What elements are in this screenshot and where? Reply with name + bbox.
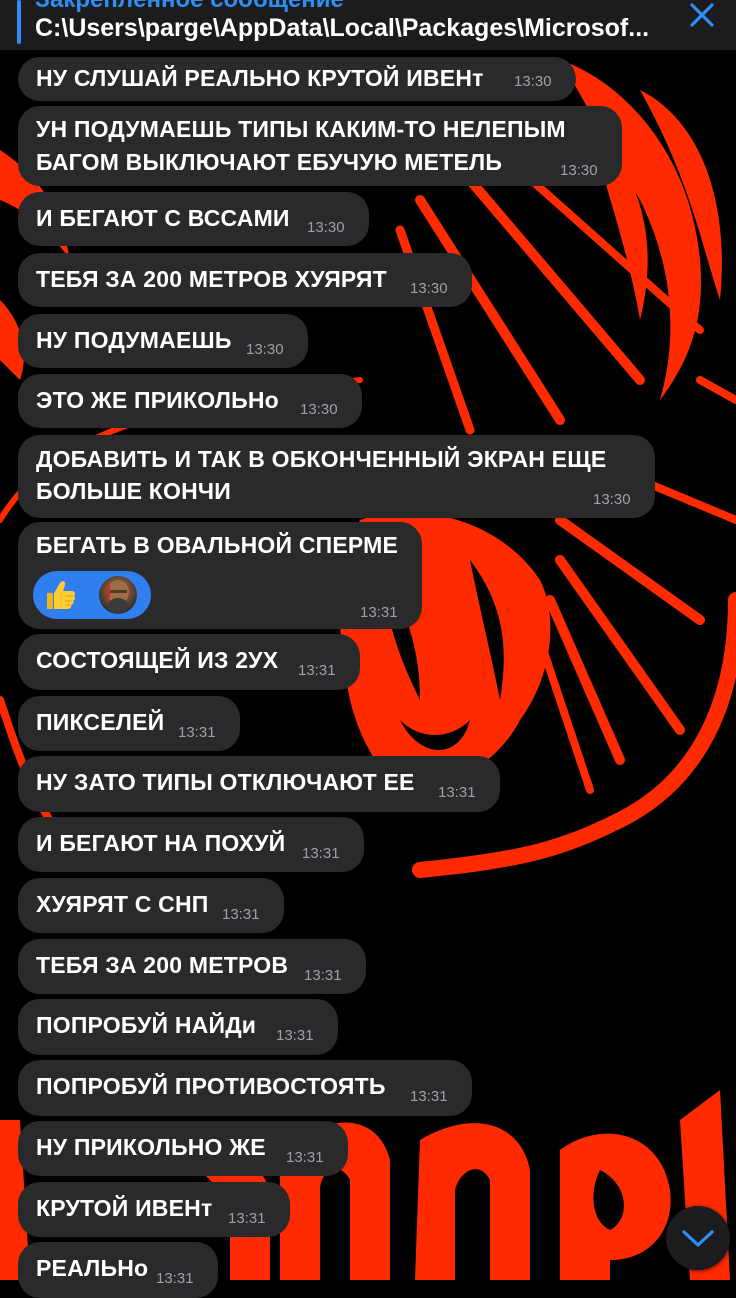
- scroll-to-bottom-button[interactable]: [666, 1206, 730, 1270]
- message-text: ХУЯРЯТ С СНП: [36, 891, 209, 917]
- message-text: И БЕГАЮТ С ВССАМИ: [36, 205, 290, 231]
- message-list[interactable]: НУ СЛУШАЙ РЕАЛЬНО КРУТОЙ ИВЕНт 13:30 УН …: [0, 0, 736, 1298]
- message-text: СОСТОЯЩЕЙ ИЗ 2УХ: [36, 647, 279, 673]
- message-time: 13:30: [410, 280, 448, 297]
- message-time: 13:31: [302, 845, 340, 862]
- message-bubble[interactable]: ТЕБЯ ЗА 200 МЕТРОВ ХУЯРЯТ 13:30: [18, 253, 472, 307]
- message-text: ПОПРОБУЙ НАЙДи: [36, 1012, 257, 1038]
- message-bubble[interactable]: СОСТОЯЩЕЙ ИЗ 2УХ 13:31: [18, 634, 360, 690]
- message-bubble[interactable]: ТЕБЯ ЗА 200 МЕТРОВ 13:31: [18, 939, 366, 994]
- message-text: НУ ПРИКОЛЬНО ЖЕ: [36, 1134, 266, 1160]
- message-time: 13:30: [514, 73, 552, 90]
- message-bubble[interactable]: ПОПРОБУЙ ПРОТИВОСТОЯТЬ 13:31: [18, 1060, 472, 1116]
- pinned-label: Закреплённое сообщение: [35, 0, 344, 14]
- message-bubble[interactable]: ХУЯРЯТ С СНП 13:31: [18, 878, 284, 933]
- message-time: 13:31: [298, 662, 336, 679]
- pinned-indicator: [17, 0, 21, 44]
- message-bubble[interactable]: ЭТО ЖЕ ПРИКОЛЬНо 13:30: [18, 374, 362, 428]
- close-pinned-button[interactable]: [684, 0, 720, 30]
- message-text: БЕГАТЬ В ОВАЛЬНОЙ СПЕРМЕ: [36, 532, 399, 558]
- message-bubble[interactable]: БЕГАТЬ В ОВАЛЬНОЙ СПЕРМЕ 13:31: [18, 522, 422, 629]
- message-text-line: УН ПОДУМАЕШЬ ТИПЫ КАКИМ-ТО НЕЛЕПЫМ: [36, 116, 566, 142]
- message-bubble[interactable]: ПОПРОБУЙ НАЙДи 13:31: [18, 999, 338, 1055]
- message-time: 13:31: [178, 724, 216, 741]
- message-bubble[interactable]: И БЕГАЮТ НА ПОХУЙ 13:31: [18, 817, 364, 872]
- message-text: НУ ПОДУМАЕШЬ: [36, 327, 232, 353]
- message-time: 13:31: [360, 604, 398, 621]
- message-bubble[interactable]: РЕАЛЬНо 13:31: [18, 1242, 218, 1298]
- message-time: 13:31: [438, 784, 476, 801]
- message-time: 13:31: [304, 967, 342, 984]
- message-text: ПИКСЕЛЕЙ: [36, 709, 165, 735]
- pinned-message-banner[interactable]: Закреплённое сообщение C:\Users\parge\Ap…: [0, 0, 736, 50]
- message-text: ТЕБЯ ЗА 200 МЕТРОВ: [36, 952, 289, 978]
- message-bubble[interactable]: НУ ПРИКОЛЬНО ЖЕ 13:31: [18, 1121, 348, 1176]
- message-text: НУ СЛУШАЙ РЕАЛЬНО КРУТОЙ ИВЕНт: [36, 65, 484, 91]
- message-time: 13:30: [307, 219, 345, 236]
- message-text: КРУТОЙ ИВЕНт: [36, 1195, 213, 1221]
- message-bubble[interactable]: НУ СЛУШАЙ РЕАЛЬНО КРУТОЙ ИВЕНт 13:30: [18, 57, 576, 101]
- message-time: 13:31: [156, 1270, 194, 1287]
- avatar: [99, 576, 137, 614]
- message-text: И БЕГАЮТ НА ПОХУЙ: [36, 830, 286, 856]
- close-icon: [690, 3, 714, 27]
- avatar-image: [107, 580, 129, 614]
- message-text-line: БАГОМ ВЫКЛЮЧАЮТ ЕБУЧУЮ МЕТЕЛЬ: [36, 149, 503, 175]
- message-text: ЭТО ЖЕ ПРИКОЛЬНо: [36, 387, 279, 413]
- message-bubble[interactable]: КРУТОЙ ИВЕНт 13:31: [18, 1182, 290, 1237]
- message-time: 13:31: [276, 1027, 314, 1044]
- message-bubble[interactable]: УН ПОДУМАЕШЬ ТИПЫ КАКИМ-ТО НЕЛЕПЫМ БАГОМ…: [18, 106, 622, 186]
- message-time: 13:30: [246, 341, 284, 358]
- message-time: 13:30: [593, 491, 631, 508]
- message-bubble[interactable]: ДОБАВИТЬ И ТАК В ОБКОНЧЕННЫЙ ЭКРАН ЕЩЕ Б…: [18, 435, 655, 518]
- message-text: ТЕБЯ ЗА 200 МЕТРОВ ХУЯРЯТ: [36, 266, 387, 292]
- thumbs-up-icon: [47, 581, 76, 609]
- message-time: 13:31: [410, 1088, 448, 1105]
- message-text-line: ДОБАВИТЬ И ТАК В ОБКОНЧЕННЫЙ ЭКРАН ЕЩЕ: [36, 446, 607, 472]
- message-time: 13:31: [222, 906, 260, 923]
- message-time: 13:30: [300, 401, 338, 418]
- message-time: 13:31: [286, 1149, 324, 1166]
- message-bubble[interactable]: НУ ЗАТО ТИПЫ ОТКЛЮЧАЮТ ЕЕ 13:31: [18, 756, 500, 812]
- message-bubble[interactable]: И БЕГАЮТ С ВССАМИ 13:30: [18, 192, 369, 246]
- pinned-text: C:\Users\parge\AppData\Local\Packages\Mi…: [35, 14, 650, 42]
- chevron-down-icon: [682, 1230, 714, 1247]
- message-time: 13:30: [560, 162, 598, 179]
- reaction-chip[interactable]: [33, 571, 151, 619]
- message-text: НУ ЗАТО ТИПЫ ОТКЛЮЧАЮТ ЕЕ: [36, 769, 415, 795]
- message-time: 13:31: [228, 1210, 266, 1227]
- message-bubble[interactable]: ПИКСЕЛЕЙ 13:31: [18, 696, 240, 751]
- message-text-line: БОЛЬШЕ КОНЧИ: [36, 478, 231, 504]
- message-text: ПОПРОБУЙ ПРОТИВОСТОЯТЬ: [36, 1073, 386, 1099]
- message-bubble[interactable]: НУ ПОДУМАЕШЬ 13:30: [18, 314, 308, 368]
